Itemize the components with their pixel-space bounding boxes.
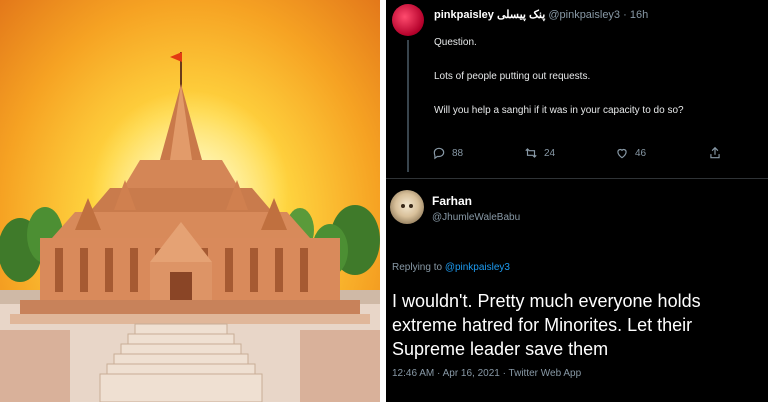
handle[interactable]: @JhumleWaleBabu <box>432 212 520 223</box>
thread-line <box>407 40 409 172</box>
tweet-line: Lots of people putting out requests. <box>434 71 591 82</box>
like-button[interactable]: 46 <box>615 146 646 160</box>
tweet-timestamp[interactable]: 12:46 AM · Apr 16, 2021 · Twitter Web Ap… <box>392 368 581 379</box>
display-name-urdu[interactable]: پنک پیسلی <box>497 9 545 21</box>
temple-illustration <box>0 52 380 402</box>
reply-count: 88 <box>452 147 464 159</box>
display-name[interactable]: Farhan <box>432 194 472 208</box>
meme-collage: pinkpaisley پنک پیسلی @pinkpaisley3 · 16… <box>0 0 768 402</box>
retweet-icon <box>525 148 537 158</box>
avatar[interactable] <box>390 190 424 224</box>
reply-icon <box>433 147 445 160</box>
retweet-button[interactable]: 24 <box>524 146 555 160</box>
replying-to: Replying to @pinkpaisley3 <box>392 262 510 273</box>
replying-to-link[interactable]: @pinkpaisley3 <box>445 262 510 273</box>
tweet-actions: 88 24 46 <box>432 146 732 162</box>
tweet-thread: pinkpaisley پنک پیسلی @pinkpaisley3 · 16… <box>386 0 768 402</box>
retweet-count: 24 <box>544 147 556 159</box>
timestamp[interactable]: · 16h <box>623 9 648 21</box>
tweet-text: Question. Lots of people putting out req… <box>434 36 734 138</box>
avatar-eye <box>401 204 405 208</box>
tweet-line: Will you help a sanghi if it was in your… <box>434 105 684 116</box>
tweet-separator <box>386 178 768 179</box>
handle[interactable]: @pinkpaisley3 <box>548 9 620 21</box>
temple-image <box>0 0 380 402</box>
share-button[interactable] <box>708 146 722 160</box>
tweet-text: I wouldn't. Pretty much everyone holds e… <box>392 291 701 359</box>
tweet-line: Question. <box>434 37 477 48</box>
display-name[interactable]: pinkpaisley <box>434 9 494 21</box>
share-icon <box>710 146 720 159</box>
replying-prefix: Replying to <box>392 262 445 273</box>
like-count: 46 <box>635 147 647 159</box>
avatar-eye <box>409 204 413 208</box>
tweet-header: pinkpaisley پنک پیسلی @pinkpaisley3 · 16… <box>434 8 648 21</box>
tweet-question[interactable]: pinkpaisley پنک پیسلی @pinkpaisley3 · 16… <box>386 0 768 178</box>
reply-button[interactable]: 88 <box>432 146 463 160</box>
like-icon <box>617 148 627 159</box>
avatar[interactable] <box>392 4 424 36</box>
